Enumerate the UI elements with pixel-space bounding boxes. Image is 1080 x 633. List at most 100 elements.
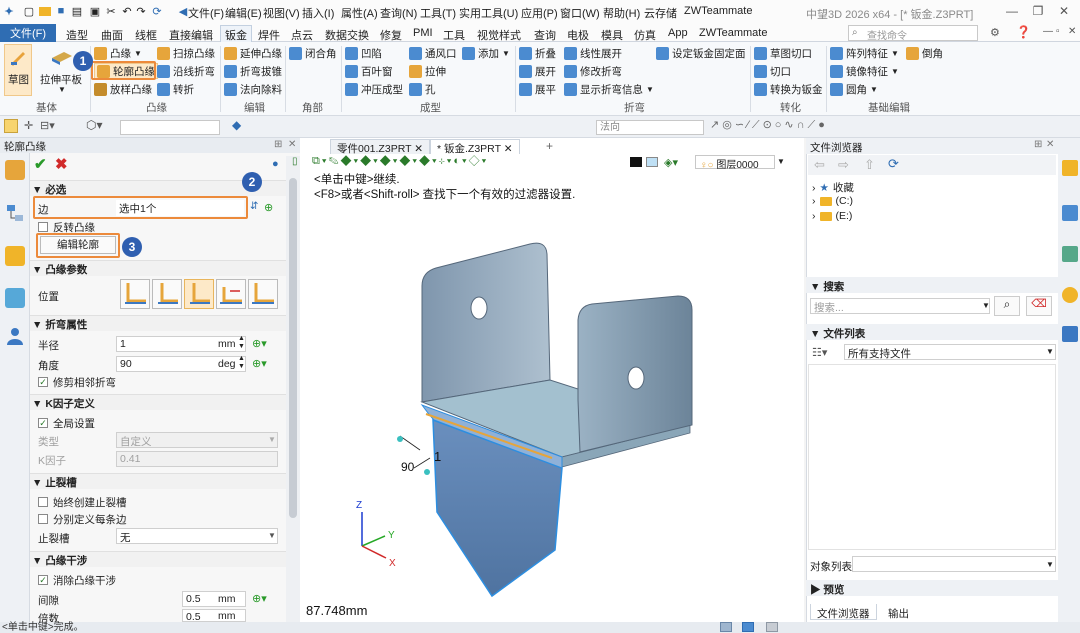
ribbon-close-icon[interactable]: ✕: [1068, 26, 1076, 37]
menu-help[interactable]: 帮助(H): [603, 5, 640, 21]
library-icon[interactable]: [1062, 205, 1078, 221]
angle-expr-icon[interactable]: ⊕▾: [252, 357, 267, 370]
relief-dropdown-icon[interactable]: ▼: [268, 531, 276, 540]
cut-icon[interactable]: ✂: [104, 4, 118, 18]
undo-icon[interactable]: ↶: [120, 4, 134, 18]
vent-button[interactable]: 通风口: [409, 45, 457, 61]
lofted-flange-button[interactable]: 放样凸缘: [94, 81, 152, 97]
extrude-plate-dropdown-icon[interactable]: ▼: [58, 85, 66, 94]
gap-expr-icon[interactable]: ⊕▾: [252, 592, 267, 605]
object-list-select[interactable]: [852, 556, 1056, 572]
linear-unfold-button[interactable]: 线性展开: [564, 45, 622, 61]
menu-insert[interactable]: 插入(I): [302, 5, 334, 21]
object-list-dropdown-icon[interactable]: ▼: [1046, 560, 1054, 569]
unfold-button[interactable]: 展开: [519, 63, 556, 79]
assembly-tree-icon[interactable]: [5, 203, 25, 223]
tab-wireframe[interactable]: 线框: [135, 27, 157, 43]
fold-button[interactable]: 折叠: [519, 45, 556, 61]
command-search-input[interactable]: 查找命令: [848, 25, 978, 42]
filter-combo[interactable]: [120, 120, 220, 135]
section-k-factor[interactable]: ▼ K因子定义: [30, 394, 286, 410]
panel-close-icon[interactable]: ✕: [288, 139, 296, 150]
part-icon[interactable]: [5, 246, 25, 266]
panel-scroll-thumb[interactable]: [289, 178, 297, 518]
angle-spinner-icon[interactable]: ▲ ▼: [238, 355, 245, 371]
appearance-icon[interactable]: ⚙: [990, 26, 1000, 39]
view-manager-icon[interactable]: [5, 288, 25, 308]
menu-edit[interactable]: 编辑(E): [225, 5, 262, 21]
type-dropdown-icon[interactable]: ▼: [268, 435, 276, 444]
radius-expr-icon[interactable]: ⊕▾: [252, 337, 267, 350]
flatten-button[interactable]: 展平: [519, 81, 556, 97]
gap-input[interactable]: 0.5: [182, 591, 246, 607]
pick-icon[interactable]: ✛: [24, 119, 33, 132]
browser-search-button[interactable]: ⌕: [994, 296, 1020, 316]
tab-zwteammate[interactable]: ZWTeammate: [699, 27, 767, 39]
tab-file[interactable]: 文件(F): [0, 24, 56, 42]
bend-taper-button[interactable]: 折弯拔锥: [224, 63, 282, 79]
view-toolbar-icons[interactable]: ⧉▾✎◆▾◆▾◆▾◆▾◆▾⊹▾◐▾◇▾: [312, 155, 488, 168]
modify-bend-button[interactable]: 修改折弯: [564, 63, 622, 79]
radius-spinner-icon[interactable]: ▲ ▼: [238, 335, 245, 351]
print-icon[interactable]: ▣: [88, 4, 102, 18]
regen-icon[interactable]: ⟳: [150, 4, 164, 18]
bend-along-line-button[interactable]: 沿线折弯: [157, 63, 215, 79]
filter-dropdown-icon[interactable]: ▼: [1046, 347, 1054, 356]
menu-attribute[interactable]: 属性(A): [341, 5, 378, 21]
nav-up-icon[interactable]: ⇧: [864, 157, 875, 173]
close-corner-button[interactable]: 闭合角: [289, 45, 337, 61]
menu-window[interactable]: 窗口(W): [560, 5, 600, 21]
per-edge-checkbox[interactable]: [38, 514, 48, 524]
stamp-form-button[interactable]: 冲压成型: [345, 81, 403, 97]
user-panel-icon[interactable]: [1062, 326, 1078, 342]
add-tab-icon[interactable]: +: [546, 139, 553, 153]
normal-filter-combo[interactable]: 法向: [596, 120, 704, 135]
doc-tab-part001[interactable]: 零件001.Z3PRT ✕: [330, 139, 431, 155]
tab-repair[interactable]: 修复: [380, 27, 402, 43]
browser-search-input[interactable]: 搜索...: [810, 298, 990, 314]
tab-direct-edit[interactable]: 直接编辑: [169, 27, 213, 43]
layers-icon[interactable]: [1062, 246, 1078, 262]
browser-pin-icon[interactable]: ⊞: [1034, 139, 1042, 150]
relief-select[interactable]: 无: [116, 528, 278, 544]
dimple-button[interactable]: 凹陷: [345, 45, 382, 61]
browser-close-icon[interactable]: ✕: [1046, 139, 1054, 150]
tree-drive-c[interactable]: › (C:): [812, 195, 853, 207]
layer-combo[interactable]: ♀○ 图层0000: [695, 155, 775, 171]
file-list[interactable]: [808, 364, 1056, 550]
flange-button[interactable]: 凸缘 ▼: [94, 45, 142, 61]
menu-tools[interactable]: 工具(T): [420, 5, 456, 21]
ribbon-restore-icon[interactable]: ▫: [1056, 26, 1060, 37]
view-icon[interactable]: ◆: [232, 118, 241, 132]
save-icon[interactable]: ■: [54, 4, 68, 18]
history-manager-icon[interactable]: [5, 160, 25, 180]
file-list-section-header[interactable]: ▼ 文件列表: [806, 324, 1058, 340]
always-relief-checkbox[interactable]: [38, 497, 48, 507]
refresh-icon[interactable]: ⟳: [888, 156, 899, 172]
hole-button[interactable]: 孔: [409, 81, 436, 97]
normal-cut-button[interactable]: 法向除料: [224, 81, 282, 97]
tree-drive-e[interactable]: › (E:): [812, 210, 852, 222]
chamfer-button[interactable]: 倒角: [906, 45, 943, 61]
tab-electrode[interactable]: 电极: [567, 27, 589, 43]
show-bend-info-button[interactable]: 显示折弯信息 ▼: [564, 81, 654, 97]
louver-button[interactable]: 百叶窗: [345, 63, 393, 79]
section-interference[interactable]: ▼ 凸缘干涉: [30, 551, 286, 567]
restore-icon[interactable]: ❐: [1028, 2, 1048, 20]
cut-button[interactable]: 切口: [754, 63, 791, 79]
filter-icon[interactable]: ⊟▾: [40, 119, 55, 132]
search-section-header[interactable]: ▼ 搜索: [806, 277, 1058, 293]
tab-pmi[interactable]: PMI: [413, 27, 433, 39]
layer-dropdown-icon[interactable]: ▼: [777, 157, 785, 166]
set-fixed-face-button[interactable]: 设定钣金固定面: [656, 45, 746, 61]
sketch-cut-button[interactable]: 草图切口: [754, 45, 812, 61]
tab-weldment[interactable]: 焊件: [258, 27, 280, 43]
folder-panel-icon[interactable]: [1062, 160, 1078, 176]
status-view-icon-2[interactable]: [742, 622, 754, 632]
k-factor-input[interactable]: 0.41: [116, 451, 278, 467]
save-as-icon[interactable]: ▤: [70, 4, 84, 18]
tab-mold[interactable]: 模具: [601, 27, 623, 43]
tab-app[interactable]: App: [668, 27, 688, 39]
user-icon[interactable]: [5, 326, 25, 346]
menu-zwteammate[interactable]: ZWTeammate: [684, 5, 752, 17]
